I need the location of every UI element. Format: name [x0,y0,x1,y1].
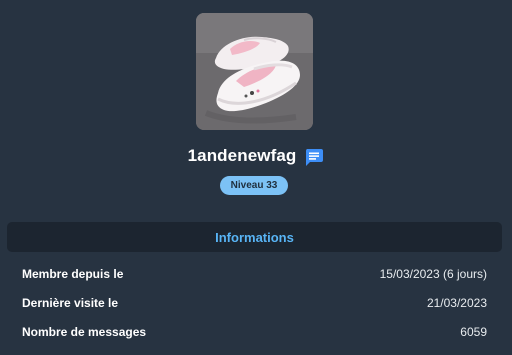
message-icon[interactable] [304,147,324,167]
info-row-last-visit: Dernière visite le 21/03/2023 [22,294,487,312]
info-label: Nombre de messages [22,325,147,339]
username-row: 1andenewfag [0,144,512,168]
info-section-header: Informations [7,222,502,252]
level-badge: Niveau 33 [220,176,288,195]
info-row-message-count: Nombre de messages 6059 [22,323,487,341]
section-title: Informations [215,229,294,245]
info-row-member-since: Membre depuis le 15/03/2023 (6 jours) [22,265,487,283]
username: 1andenewfag [187,146,297,165]
avatar-image [196,13,313,130]
info-value: 15/03/2023 (6 jours) [379,267,487,281]
info-label: Membre depuis le [22,267,124,281]
info-value: 21/03/2023 [426,296,487,310]
avatar[interactable] [196,13,313,130]
info-value: 6059 [460,325,487,339]
info-label: Dernière visite le [22,296,119,310]
